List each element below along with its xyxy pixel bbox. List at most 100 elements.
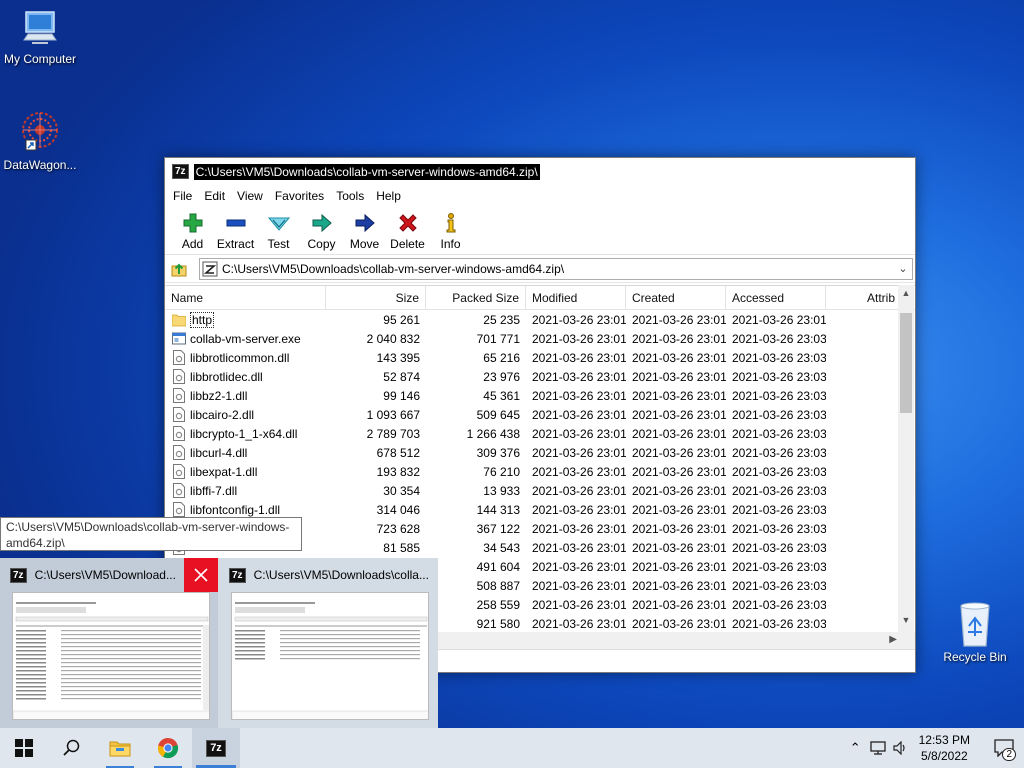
- file-packed-size: 45 361: [483, 388, 520, 403]
- test-label: Test: [267, 237, 290, 251]
- search-button[interactable]: [48, 728, 96, 768]
- col-header-modified[interactable]: Modified: [526, 286, 626, 309]
- file-explorer-button[interactable]: [96, 728, 144, 768]
- info-button[interactable]: Info: [429, 207, 472, 254]
- add-button[interactable]: Add: [171, 207, 214, 254]
- file-size: 99 146: [383, 388, 420, 403]
- file-packed-size: 367 122: [476, 521, 520, 536]
- desktop-icon-my-computer[interactable]: My Computer: [0, 10, 80, 66]
- col-header-name[interactable]: Name: [165, 286, 326, 309]
- clock[interactable]: 12:53 PM 5/8/2022: [919, 732, 970, 764]
- file-name: libbz2-1.dll: [190, 388, 248, 403]
- file-accessed: 2021-03-26 23:03: [732, 407, 826, 422]
- file-row[interactable]: libexpat-1.dll 193 832 76 210 2021-03-26 23…: [165, 462, 915, 481]
- file-modified: 2021-03-26 23:01: [532, 559, 626, 574]
- dll-file-icon: [173, 445, 185, 460]
- col-header-size[interactable]: Size: [326, 286, 426, 309]
- scrollbar-thumb[interactable]: [900, 313, 912, 413]
- file-size: 95 261: [383, 312, 420, 327]
- file-row[interactable]: libffi-7.dll 30 354 13 933 2021-03-26 23:01…: [165, 481, 915, 500]
- menu-file[interactable]: File: [167, 189, 198, 203]
- file-row[interactable]: libbrotlicommon.dll 143 395 65 216 2021-03-…: [165, 348, 915, 367]
- scroll-down-arrow-icon[interactable]: ▼: [898, 615, 914, 625]
- copy-button[interactable]: Copy: [300, 207, 343, 254]
- col-header-created[interactable]: Created: [626, 286, 726, 309]
- chrome-button[interactable]: [144, 728, 192, 768]
- scroll-right-arrow-icon[interactable]: ▶: [889, 634, 897, 645]
- thumbnail-preview: [231, 592, 429, 720]
- file-modified: 2021-03-26 23:01: [532, 597, 626, 612]
- file-accessed: 2021-03-26 23:03: [732, 578, 826, 593]
- info-icon: [446, 213, 455, 233]
- file-packed-size: 491 604: [476, 559, 520, 574]
- file-name-cell: libbz2-1.dll: [165, 388, 326, 403]
- file-name: libcurl-4.dll: [190, 445, 248, 460]
- 7zip-taskbar-icon: 7z: [206, 739, 226, 757]
- file-modified: 2021-03-26 23:01: [532, 388, 626, 403]
- scroll-up-arrow-icon[interactable]: ▲: [898, 288, 914, 298]
- file-row[interactable]: libcurl-4.dll 678 512 309 376 2021-03-26 23…: [165, 443, 915, 462]
- file-created: 2021-03-26 23:01: [632, 331, 726, 346]
- extract-label: Extract: [216, 237, 255, 251]
- address-field[interactable]: C:\Users\VM5\Downloads\collab-vm-server-…: [199, 257, 913, 280]
- start-button[interactable]: [0, 728, 48, 768]
- title-bar[interactable]: 7z C:\Users\VM5\Downloads\collab-vm-serv…: [165, 158, 915, 185]
- thumbnail-window-2[interactable]: 7z C:\Users\VM5\Downloads\colla...: [219, 558, 437, 728]
- col-header-accessed[interactable]: Accessed: [726, 286, 826, 309]
- file-size: 143 395: [376, 350, 420, 365]
- zip-archive-icon: [202, 261, 218, 276]
- file-size: 314 046: [376, 502, 420, 517]
- thumbnail-window-1[interactable]: 7z C:\Users\VM5\Download...: [0, 558, 218, 728]
- add-label: Add: [181, 237, 204, 251]
- dll-file-icon: [173, 502, 185, 517]
- file-name: libcairo-2.dll: [190, 407, 255, 422]
- menu-view[interactable]: View: [231, 189, 269, 203]
- file-created: 2021-03-26 23:01: [632, 616, 726, 631]
- delete-button[interactable]: Delete: [386, 207, 429, 254]
- test-button[interactable]: Test: [257, 207, 300, 254]
- thumbnail-close-button[interactable]: [184, 558, 218, 592]
- desktop-icon-recycle-bin[interactable]: Recycle Bin: [935, 600, 1015, 664]
- file-modified: 2021-03-26 23:01: [532, 369, 626, 384]
- computer-icon: [22, 10, 58, 50]
- file-name-cell: http: [165, 311, 326, 328]
- notification-center-button[interactable]: 2: [984, 728, 1024, 768]
- file-packed-size: 309 376: [476, 445, 520, 460]
- file-row[interactable]: libbz2-1.dll 99 146 45 361 2021-03-26 23:01…: [165, 386, 915, 405]
- desktop-icon-label: My Computer: [3, 52, 77, 66]
- menu-tools[interactable]: Tools: [330, 189, 370, 203]
- file-accessed: 2021-03-26 23:03: [732, 616, 826, 631]
- col-header-packed-size[interactable]: Packed Size: [426, 286, 526, 309]
- 7zip-taskbar-button[interactable]: 7z: [192, 728, 240, 768]
- clock-time: 12:53 PM: [918, 733, 970, 747]
- file-name: collab-vm-server.exe: [190, 331, 301, 346]
- delete-label: Delete: [390, 237, 425, 251]
- file-row[interactable]: libcairo-2.dll 1 093 667 509 645 2021-03-26…: [165, 405, 915, 424]
- desktop-icon-datawagon[interactable]: DataWagon...: [0, 108, 80, 172]
- volume-icon[interactable]: [893, 741, 909, 755]
- file-row[interactable]: libbrotlidec.dll 52 874 23 976 2021-03-26 2…: [165, 367, 915, 386]
- move-button[interactable]: Move: [343, 207, 386, 254]
- file-row[interactable]: http 95 261 25 235 2021-03-26 23:01 2021-03-…: [165, 310, 915, 329]
- col-header-attrib[interactable]: Attrib: [826, 286, 901, 309]
- file-packed-size: 921 580: [476, 616, 520, 631]
- vertical-scrollbar[interactable]: ▲ ▼: [898, 285, 914, 632]
- menu-edit[interactable]: Edit: [198, 189, 231, 203]
- network-icon[interactable]: [869, 741, 887, 755]
- extract-button[interactable]: Extract: [214, 207, 257, 254]
- menu-favorites[interactable]: Favorites: [269, 189, 330, 203]
- file-row[interactable]: libcrypto-1_1-x64.dll 2 789 703 1 266 438 2…: [165, 424, 915, 443]
- file-packed-size: 144 313: [476, 502, 520, 517]
- file-modified: 2021-03-26 23:01: [532, 502, 626, 517]
- file-modified: 2021-03-26 23:01: [532, 312, 626, 327]
- file-modified: 2021-03-26 23:01: [532, 426, 626, 441]
- chevron-down-icon[interactable]: ⌄: [894, 262, 912, 275]
- file-packed-size: 65 216: [483, 350, 520, 365]
- up-folder-button[interactable]: [169, 259, 189, 279]
- file-packed-size: 508 887: [476, 578, 520, 593]
- file-row[interactable]: collab-vm-server.exe 2 040 832 701 771 2021…: [165, 329, 915, 348]
- 7zip-app-icon: 7z: [229, 567, 246, 583]
- thumbnail-title: C:\Users\VM5\Download...: [34, 568, 176, 582]
- chevron-up-icon[interactable]: ⌃: [850, 740, 861, 756]
- menu-help[interactable]: Help: [370, 189, 407, 203]
